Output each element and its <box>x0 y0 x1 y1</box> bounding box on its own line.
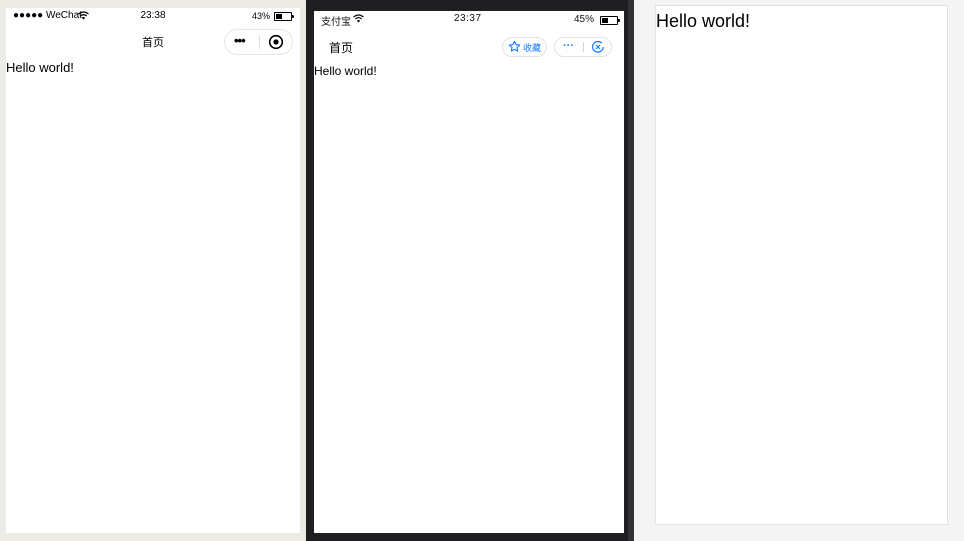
menu-capsule[interactable]: ··· <box>554 37 612 57</box>
star-icon <box>508 40 521 52</box>
favorite-button[interactable]: 收藏 <box>502 37 547 57</box>
battery-percent: 45% <box>574 14 595 25</box>
wifi-icon <box>353 14 364 23</box>
status-time: 23:37 <box>454 13 482 24</box>
battery-icon <box>274 12 294 21</box>
wechat-screen: ●●●●● WeChat 23:38 43% 首页 ••• Hello worl… <box>6 8 300 533</box>
hello-text: Hello world! <box>6 60 74 75</box>
status-bar: ●●●●● WeChat 23:38 43% <box>6 8 300 26</box>
more-button[interactable]: ··· <box>563 38 574 54</box>
web-screen: Hello world! <box>655 5 948 525</box>
menu-capsule[interactable]: ••• <box>224 29 293 55</box>
target-icon[interactable] <box>268 34 284 50</box>
close-circle-icon[interactable] <box>591 40 605 54</box>
page-title: 首页 <box>329 41 354 55</box>
hello-text: Hello world! <box>314 64 377 78</box>
capsule-divider <box>259 35 260 49</box>
more-button[interactable]: ••• <box>234 34 246 48</box>
favorite-label: 收藏 <box>523 43 542 53</box>
status-bar: 支付宝 23:37 45% <box>314 11 624 29</box>
carrier-label: 支付宝 <box>321 17 351 28</box>
battery-percent: 43% <box>252 11 271 21</box>
battery-icon <box>600 16 620 25</box>
hello-text: Hello world! <box>656 11 751 31</box>
capsule-divider <box>583 42 584 52</box>
alipay-screen: 支付宝 23:37 45% 首页 收藏 ··· Hello world! <box>314 11 624 533</box>
